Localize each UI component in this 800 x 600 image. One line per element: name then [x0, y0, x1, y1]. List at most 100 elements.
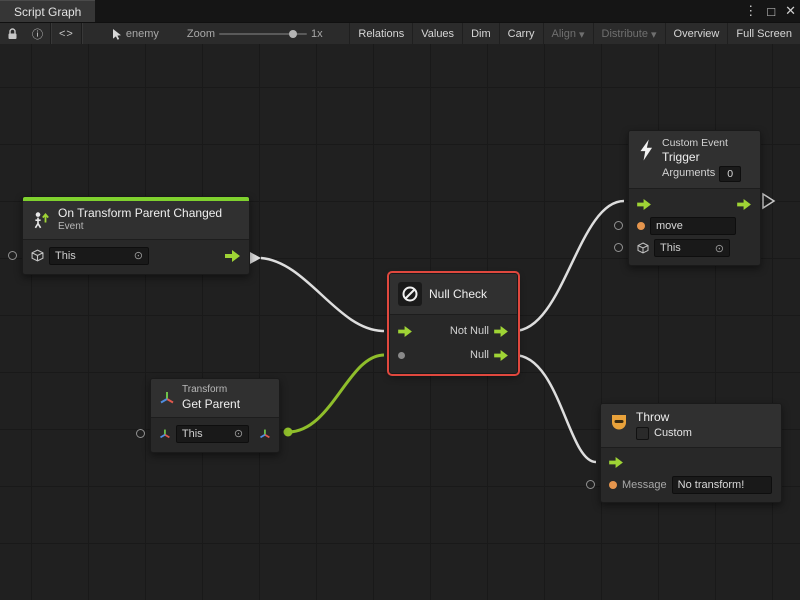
graph-canvas[interactable]: On Transform Parent Changed Event This ⊙ [0, 44, 800, 600]
chevron-down-icon: ▾ [651, 28, 657, 41]
flow-output-arrow-icon[interactable] [494, 350, 509, 361]
message-value: No transform! [678, 479, 745, 491]
flow-output-arrow-icon[interactable] [494, 326, 509, 337]
lock-button[interactable] [0, 23, 25, 45]
target-value: This [660, 242, 681, 254]
transform-port-icon [159, 428, 171, 440]
arguments-count-field[interactable]: 0 [719, 166, 741, 182]
node-title: On Transform Parent Changed [58, 206, 222, 221]
distribute-label: Distribute [602, 28, 648, 40]
align-button[interactable]: Align ▾ [543, 23, 593, 45]
flow-input-arrow-icon[interactable] [609, 457, 624, 468]
object-picker-icon[interactable]: ⊙ [134, 249, 143, 262]
chevron-down-icon: ▾ [579, 28, 585, 41]
node-header[interactable]: Custom Event Trigger Arguments 0 [629, 131, 760, 189]
target-object-picker[interactable]: This ⊙ [49, 247, 149, 265]
carry-button[interactable]: Carry [499, 23, 543, 45]
toolbar-separator [81, 23, 83, 45]
node-title: Get Parent [182, 397, 240, 412]
port-row-not-null: Not Null [390, 319, 517, 343]
node-title: Null Check [429, 287, 487, 301]
node-get-parent[interactable]: Transform Get Parent This ⊙ [150, 378, 280, 453]
port-row-target: This ⊙ [151, 422, 279, 446]
graph-name-label: enemy [126, 28, 159, 40]
zoom-slider[interactable] [219, 23, 307, 45]
overview-label: Overview [674, 28, 720, 40]
overview-button[interactable]: Overview [665, 23, 728, 45]
flow-output-arrow-icon[interactable] [225, 250, 241, 262]
custom-checkbox[interactable] [636, 427, 649, 440]
code-view-button[interactable]: <> [52, 23, 81, 45]
node-null-check[interactable]: Null Check Not Null Null [389, 273, 518, 374]
node-title: Throw [636, 410, 692, 425]
zoom-value: 1x [311, 28, 323, 40]
zoom-control: Zoom 1x [180, 23, 330, 45]
null-check-icon-chip [398, 282, 422, 306]
message-field[interactable]: No transform! [672, 476, 772, 494]
value-input-port[interactable] [398, 352, 405, 359]
target-object-picker[interactable]: This ⊙ [654, 239, 730, 257]
string-port[interactable] [637, 222, 645, 230]
input-port-circle[interactable] [136, 429, 145, 438]
custom-checkbox-label: Custom [654, 427, 692, 441]
null-label: Null [470, 349, 489, 361]
input-port-circle[interactable] [614, 221, 623, 230]
node-title: Trigger [662, 150, 741, 165]
continuation-port-icon[interactable] [763, 194, 774, 208]
port-row-flow [629, 193, 760, 215]
tab-bar: Script Graph ⋮ □ ✕ [0, 0, 800, 22]
object-picker-icon[interactable]: ⊙ [234, 427, 243, 440]
target-object-picker[interactable]: This ⊙ [176, 425, 249, 443]
target-value: This [182, 428, 203, 440]
wire-green-start-dot [284, 428, 293, 437]
event-name-field[interactable]: move [650, 217, 736, 235]
info-button[interactable]: ⓘ [25, 23, 50, 45]
fullscreen-button[interactable]: Full Screen [727, 23, 800, 45]
dim-button[interactable]: Dim [462, 23, 499, 45]
node-header[interactable]: Transform Get Parent [151, 379, 279, 418]
carry-label: Carry [508, 28, 535, 40]
node-on-transform-parent-changed[interactable]: On Transform Parent Changed Event This ⊙ [22, 196, 250, 275]
lock-icon [7, 28, 18, 40]
relations-label: Relations [358, 28, 404, 40]
distribute-button[interactable]: Distribute ▾ [593, 23, 665, 45]
maximize-icon[interactable]: □ [767, 4, 775, 19]
port-row-flow [601, 452, 781, 474]
string-port[interactable] [609, 481, 617, 489]
node-header[interactable]: Throw Custom [601, 404, 781, 448]
zoom-slider-knob[interactable] [289, 30, 297, 38]
flow-input-arrow-icon[interactable] [637, 199, 652, 210]
wire-event-to-nullcheck[interactable] [261, 258, 384, 331]
input-port-circle[interactable] [8, 251, 17, 260]
graph-name: enemy [105, 23, 166, 45]
close-icon[interactable]: ✕ [785, 3, 796, 19]
node-trigger-custom-event[interactable]: Custom Event Trigger Arguments 0 [628, 130, 761, 266]
graph-toolbar: ⓘ <> enemy Zoom 1x Relations Values Dim … [0, 22, 800, 46]
kebab-menu-icon[interactable]: ⋮ [744, 3, 757, 19]
transform-output-port-icon[interactable] [259, 428, 271, 440]
port-row-event-name: move [629, 215, 760, 237]
throw-exception-icon [609, 412, 629, 432]
relations-button[interactable]: Relations [349, 23, 412, 45]
gameobject-cube-icon [31, 249, 44, 262]
node-category: Custom Event [662, 137, 741, 150]
values-button[interactable]: Values [412, 23, 462, 45]
code-icon: <> [59, 28, 74, 40]
node-throw[interactable]: Throw Custom Message [600, 403, 782, 503]
node-subtitle: Event [58, 221, 222, 234]
port-row-target: This ⊙ [23, 244, 249, 268]
input-port-circle[interactable] [614, 243, 623, 252]
input-port-circle[interactable] [586, 480, 595, 489]
tab-script-graph[interactable]: Script Graph [0, 0, 95, 22]
node-header[interactable]: Null Check [390, 274, 517, 315]
align-label: Align [552, 28, 576, 40]
wire-null-to-throw[interactable] [514, 355, 596, 462]
object-picker-icon[interactable]: ⊙ [715, 242, 724, 255]
person-event-icon [31, 210, 51, 230]
node-header[interactable]: On Transform Parent Changed Event [23, 201, 249, 240]
flow-output-arrow-icon[interactable] [737, 199, 752, 210]
wire-getparent-to-nullcheck[interactable] [288, 355, 384, 432]
fullscreen-label: Full Screen [736, 28, 792, 40]
wire-notnull-to-customevent[interactable] [514, 201, 624, 331]
flow-input-arrow-icon[interactable] [398, 326, 413, 337]
